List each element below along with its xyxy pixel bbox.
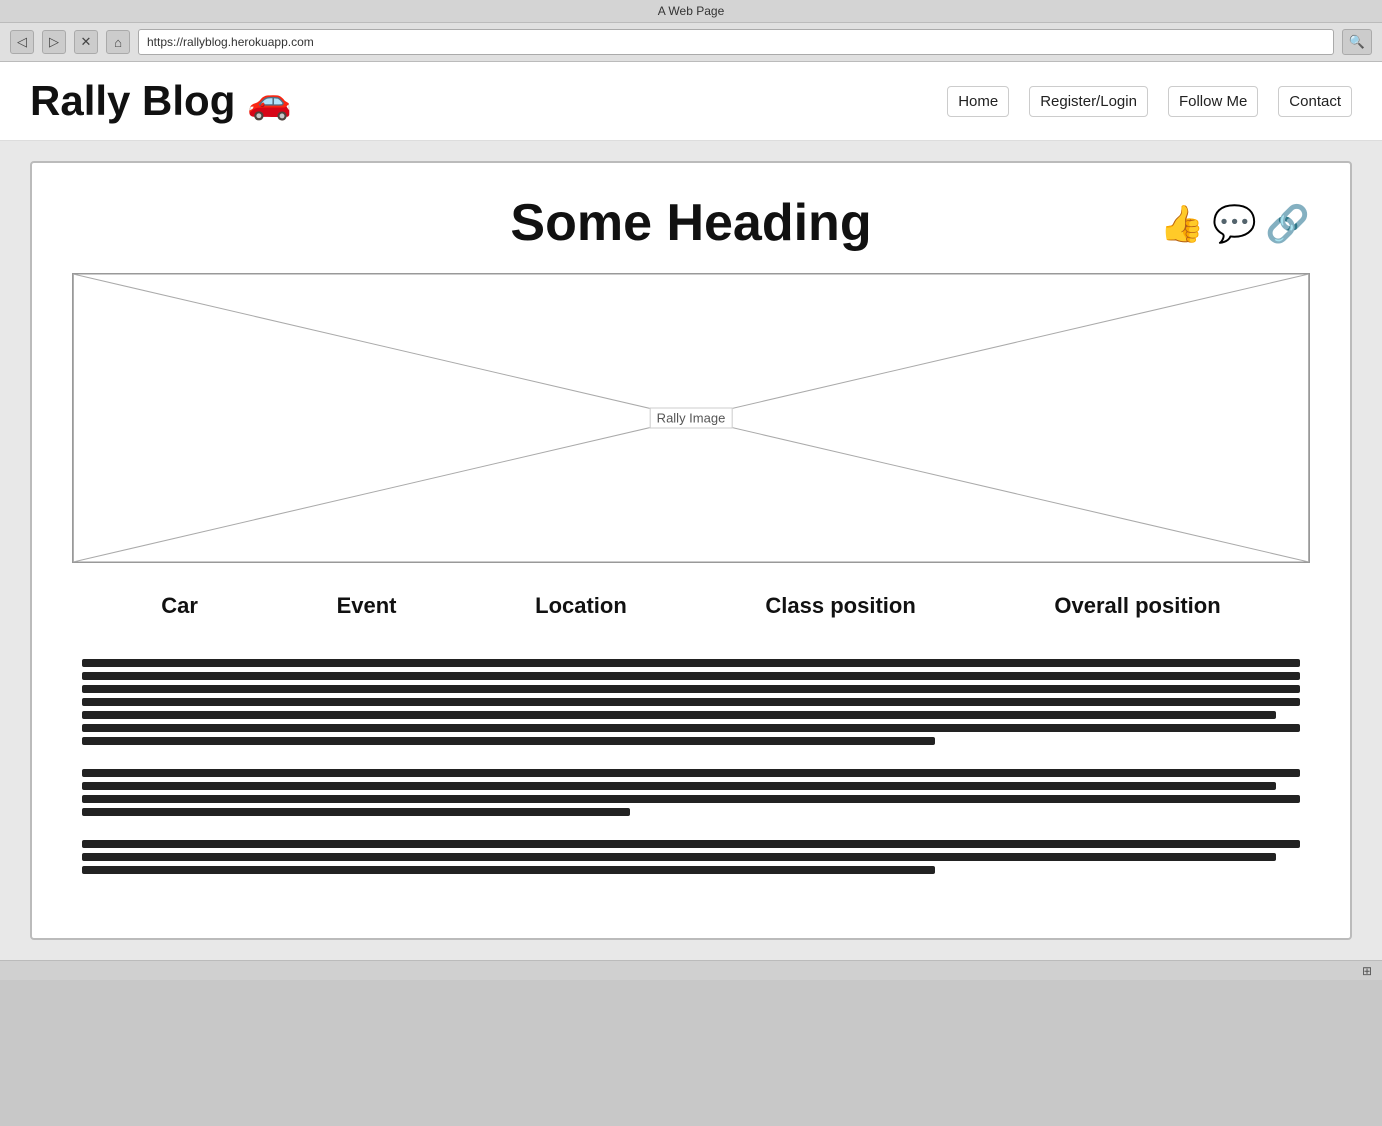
browser-toolbar: ◁ ▷ ✕ ⌂ 🔍 [0, 23, 1382, 62]
site-header: Rally Blog 🚗 Home Register/Login Follow … [0, 62, 1382, 141]
text-block-3 [82, 840, 1300, 874]
site-nav: Home Register/Login Follow Me Contact [947, 86, 1352, 117]
browser-status-bar: ⊞ [0, 960, 1382, 980]
nav-contact[interactable]: Contact [1278, 86, 1352, 117]
text-line [82, 866, 935, 874]
site-logo: Rally Blog 🚗 [30, 77, 292, 125]
text-line [82, 698, 1300, 706]
search-button[interactable]: 🔍 [1342, 29, 1372, 55]
page-title: A Web Page [658, 4, 725, 18]
text-line [82, 808, 630, 816]
text-line [82, 795, 1300, 803]
text-line [82, 659, 1300, 667]
post-body [72, 659, 1310, 874]
home-button[interactable]: ⌂ [106, 30, 130, 54]
browser-content: Rally Blog 🚗 Home Register/Login Follow … [0, 62, 1382, 960]
text-line [82, 724, 1300, 732]
page-wrapper: Some Heading 👍 💬 🔗 Rally Image Car [0, 141, 1382, 960]
post-actions: 👍 💬 🔗 [1160, 203, 1310, 245]
text-block-1 [82, 659, 1300, 745]
stat-location: Location [535, 593, 627, 619]
text-line [82, 711, 1276, 719]
forward-button[interactable]: ▷ [42, 30, 66, 54]
stat-car: Car [161, 593, 198, 619]
like-icon[interactable]: 👍 [1160, 203, 1205, 245]
text-line [82, 840, 1300, 848]
text-block-2 [82, 769, 1300, 816]
stat-overall-position: Overall position [1054, 593, 1220, 619]
text-line [82, 769, 1300, 777]
browser-title-bar: A Web Page [0, 0, 1382, 23]
nav-home[interactable]: Home [947, 86, 1009, 117]
stop-button[interactable]: ✕ [74, 30, 98, 54]
car-icon: 🚗 [247, 80, 292, 122]
stat-class-position: Class position [765, 593, 915, 619]
text-line [82, 672, 1300, 680]
text-line [82, 737, 935, 745]
text-line [82, 853, 1276, 861]
comment-icon[interactable]: 💬 [1212, 203, 1257, 245]
post-heading-area: Some Heading 👍 💬 🔗 [72, 193, 1310, 253]
text-line [82, 782, 1276, 790]
text-line [82, 685, 1300, 693]
logo-text: Rally Blog [30, 77, 235, 125]
content-card: Some Heading 👍 💬 🔗 Rally Image Car [30, 161, 1352, 940]
nav-follow-me[interactable]: Follow Me [1168, 86, 1258, 117]
post-heading: Some Heading [72, 193, 1310, 253]
rally-image-placeholder: Rally Image [72, 273, 1310, 563]
status-icon: ⊞ [1362, 964, 1372, 978]
back-button[interactable]: ◁ [10, 30, 34, 54]
image-label: Rally Image [650, 408, 733, 429]
share-icon[interactable]: 🔗 [1265, 203, 1310, 245]
address-bar[interactable] [138, 29, 1334, 55]
stats-row: Car Event Location Class position Overal… [72, 593, 1310, 619]
stat-event: Event [337, 593, 397, 619]
nav-register-login[interactable]: Register/Login [1029, 86, 1148, 117]
